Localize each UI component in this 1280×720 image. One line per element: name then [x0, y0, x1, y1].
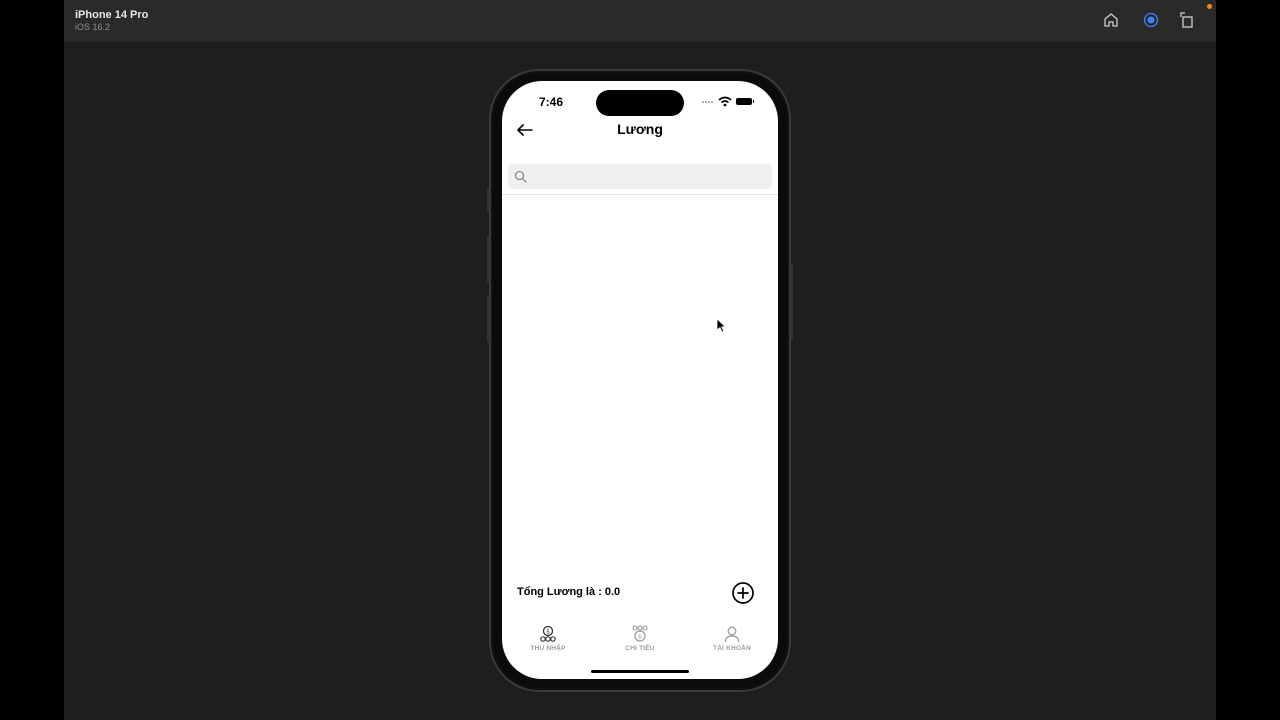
tab-expense[interactable]: $ CHI TIÊU — [594, 625, 686, 661]
os-version: iOS 16.2 — [75, 22, 111, 32]
back-button[interactable] — [514, 121, 536, 139]
simulator-toolbar: iPhone 14 Pro iOS 16.2 — [64, 0, 1216, 42]
app-screen: 7:46 Lương Tổng Lương là : 0.0 $ THU NHẬ… — [502, 81, 778, 679]
tab-expense-label: CHI TIÊU — [625, 645, 655, 652]
plus-circle-icon — [732, 582, 754, 604]
tab-income-label: THU NHẬP — [530, 645, 566, 652]
silent-switch — [487, 188, 490, 212]
svg-text:$: $ — [546, 629, 550, 636]
page-title: Lương — [617, 121, 663, 137]
dynamic-island — [596, 90, 684, 116]
search-icon — [514, 170, 527, 183]
total-salary-label: Tổng Lương là : 0.0 — [517, 586, 621, 598]
search-input[interactable] — [532, 164, 770, 191]
search-bar[interactable] — [508, 164, 772, 191]
wifi-icon — [718, 96, 732, 107]
volume-up-button — [487, 235, 490, 283]
arrow-left-icon — [517, 124, 533, 136]
tab-bar: $ THU NHẬP $ CHI TIÊU TÀI KHOẢN — [502, 621, 778, 661]
add-button[interactable] — [731, 581, 755, 605]
income-icon: $ — [540, 625, 556, 642]
account-icon — [724, 626, 740, 643]
screenshot-icon[interactable] — [1142, 11, 1160, 29]
svg-text:$: $ — [638, 633, 642, 641]
tab-account[interactable]: TÀI KHOẢN — [686, 625, 778, 661]
signal-dots-icon — [702, 101, 714, 104]
home-icon[interactable] — [1102, 11, 1120, 29]
power-button — [790, 265, 793, 340]
status-time: 7:46 — [539, 95, 564, 109]
home-indicator — [591, 670, 689, 673]
recording-indicator — [1207, 4, 1212, 9]
volume-down-button — [487, 294, 490, 342]
mouse-cursor-icon — [716, 318, 726, 333]
battery-icon — [736, 98, 754, 105]
device-name: iPhone 14 Pro — [75, 9, 149, 21]
status-icons — [702, 96, 758, 108]
salary-list — [502, 195, 778, 575]
tab-income[interactable]: $ THU NHẬP — [502, 625, 594, 661]
expense-icon: $ — [632, 625, 648, 642]
tab-account-label: TÀI KHOẢN — [713, 645, 751, 652]
rotate-icon[interactable] — [1178, 11, 1196, 29]
